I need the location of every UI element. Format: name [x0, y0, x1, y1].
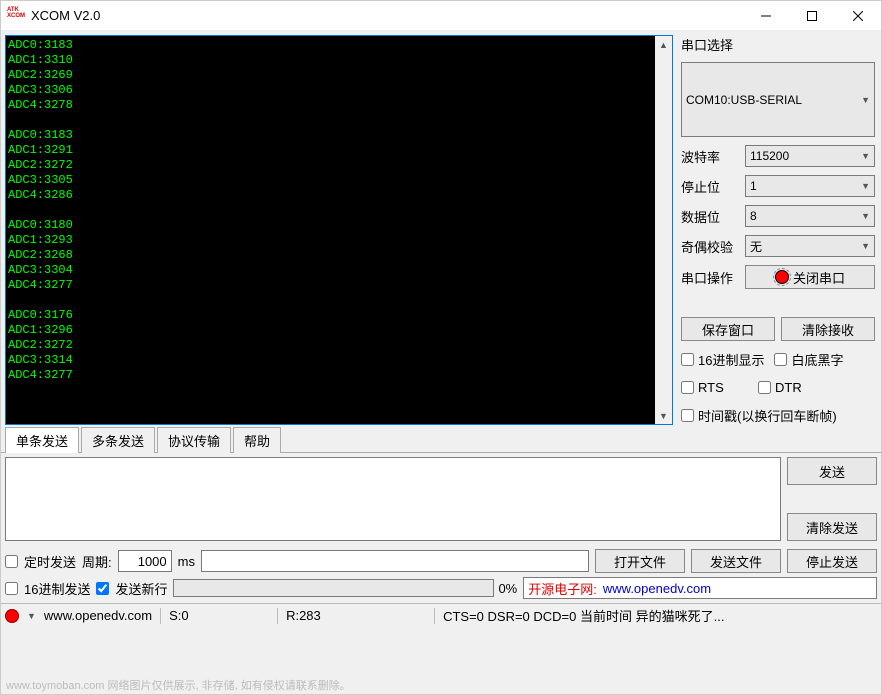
send-newline-checkbox[interactable]	[96, 582, 109, 595]
progress-percent: 0%	[498, 581, 517, 596]
chevron-down-icon[interactable]: ▼	[27, 611, 36, 621]
send-newline-label: 发送新行	[115, 579, 167, 598]
settings-panel: 串口选择 COM10:USB-SERIAL ▼ 波特率 115200 ▼ 停止位…	[679, 35, 877, 425]
progress-bar	[173, 579, 494, 597]
hex-send-checkbox[interactable]	[5, 582, 18, 595]
timed-send-checkbox[interactable]	[5, 555, 18, 568]
open-file-button[interactable]: 打开文件	[595, 549, 685, 573]
timestamp-label: 时间戳(以换行回车断帧)	[698, 406, 837, 425]
receive-panel: ADC0:3183 ADC1:3310 ADC2:3269 ADC3:3306 …	[5, 35, 673, 425]
file-path-field[interactable]	[201, 550, 589, 572]
timed-send-label: 定时发送	[24, 552, 76, 571]
website-link[interactable]: 开源电子网: www.openedv.com	[523, 577, 877, 599]
chevron-down-icon: ▼	[861, 211, 870, 221]
dtr-checkbox[interactable]	[758, 381, 771, 394]
status-sent: S:0	[169, 608, 269, 623]
send-tabs: 单条发送 多条发送 协议传输 帮助	[1, 429, 881, 453]
status-received: R:283	[286, 608, 426, 623]
status-line: CTS=0 DSR=0 DCD=0 当前时间 异的猫咪死了...	[443, 606, 877, 625]
tab-protocol[interactable]: 协议传输	[157, 427, 231, 453]
window-controls	[743, 1, 881, 31]
hex-send-label: 16进制发送	[24, 579, 90, 598]
app-logo: ATK XCOM	[7, 7, 25, 25]
rts-checkbox[interactable]	[681, 381, 694, 394]
app-window: ATK XCOM XCOM V2.0 ADC0:3183 ADC1:3310 A…	[0, 0, 882, 695]
scroll-down-icon[interactable]: ▼	[655, 407, 672, 424]
clear-send-button[interactable]: 清除发送	[787, 513, 877, 541]
chevron-down-icon: ▼	[861, 241, 870, 251]
port-select-value: COM10:USB-SERIAL	[686, 93, 802, 107]
stop-label: 停止位	[681, 177, 737, 196]
status-url[interactable]: www.openedv.com	[44, 608, 152, 623]
maximize-button[interactable]	[789, 1, 835, 31]
hex-display-label: 16进制显示	[698, 350, 764, 369]
rts-label: RTS	[698, 380, 754, 395]
clear-receive-button[interactable]: 清除接收	[781, 317, 875, 341]
send-button[interactable]: 发送	[787, 457, 877, 485]
baud-label: 波特率	[681, 147, 737, 166]
baud-select[interactable]: 115200 ▼	[745, 145, 875, 167]
parity-select[interactable]: 无 ▼	[745, 235, 875, 257]
close-button[interactable]	[835, 1, 881, 31]
main-area: ADC0:3183 ADC1:3310 ADC2:3269 ADC3:3306 …	[1, 31, 881, 694]
chevron-down-icon: ▼	[861, 95, 870, 105]
chevron-down-icon: ▼	[861, 181, 870, 191]
port-op-label: 串口操作	[681, 268, 737, 287]
send-file-button[interactable]: 发送文件	[691, 549, 781, 573]
data-select[interactable]: 8 ▼	[745, 205, 875, 227]
dtr-label: DTR	[775, 380, 802, 395]
port-select-label: 串口选择	[681, 35, 875, 54]
port-toggle-button[interactable]: 关闭串口	[745, 265, 875, 289]
timestamp-checkbox[interactable]	[681, 409, 694, 422]
window-title: XCOM V2.0	[31, 8, 100, 23]
status-indicator-icon	[5, 609, 19, 623]
titlebar: ATK XCOM XCOM V2.0	[1, 1, 881, 31]
tab-multi-send[interactable]: 多条发送	[81, 427, 155, 453]
status-bar: ▼ www.openedv.com S:0 R:283 CTS=0 DSR=0 …	[1, 603, 881, 627]
send-panel: 发送 清除发送	[1, 453, 881, 545]
scrollbar-vertical[interactable]: ▲ ▼	[655, 36, 672, 424]
minimize-button[interactable]	[743, 1, 789, 31]
scroll-up-icon[interactable]: ▲	[655, 36, 672, 53]
white-bg-label: 白底黑字	[791, 350, 843, 369]
parity-label: 奇偶校验	[681, 237, 737, 256]
send-textarea[interactable]	[5, 457, 781, 541]
tab-single-send[interactable]: 单条发送	[5, 427, 79, 453]
white-bg-checkbox[interactable]	[774, 353, 787, 366]
stop-select[interactable]: 1 ▼	[745, 175, 875, 197]
period-input[interactable]	[118, 550, 172, 572]
save-window-button[interactable]: 保存窗口	[681, 317, 775, 341]
receive-textarea[interactable]: ADC0:3183 ADC1:3310 ADC2:3269 ADC3:3306 …	[6, 36, 655, 424]
tab-help[interactable]: 帮助	[233, 427, 281, 453]
record-icon	[775, 270, 789, 284]
port-select[interactable]: COM10:USB-SERIAL ▼	[681, 62, 875, 137]
chevron-down-icon: ▼	[861, 151, 870, 161]
hex-display-checkbox[interactable]	[681, 353, 694, 366]
period-unit: ms	[178, 554, 195, 569]
data-label: 数据位	[681, 207, 737, 226]
period-label: 周期:	[82, 552, 112, 571]
stop-send-button[interactable]: 停止发送	[787, 549, 877, 573]
